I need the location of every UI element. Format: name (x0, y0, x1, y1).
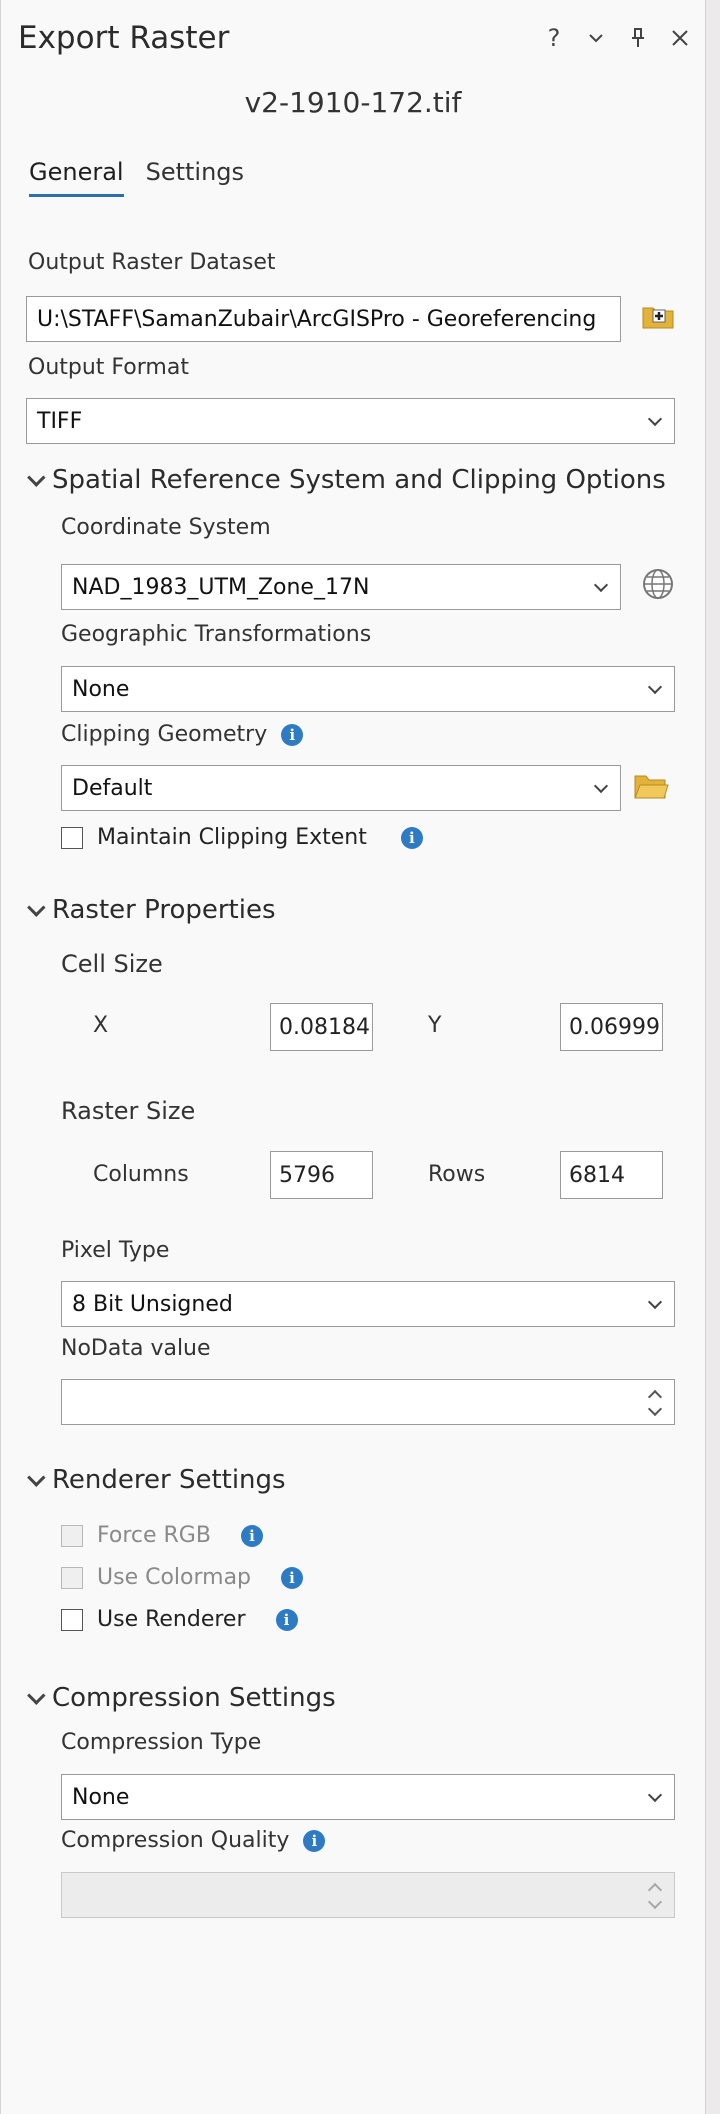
compression-type-label: Compression Type (61, 1730, 262, 1755)
clipping-geometry-select[interactable]: Default (61, 765, 621, 811)
pixel-type-value: 8 Bit Unsigned (72, 1291, 233, 1317)
output-format-label: Output Format (28, 355, 189, 380)
info-icon[interactable]: i (303, 1829, 326, 1852)
export-raster-pane: Export Raster ? v2-1910-172.tif General … (0, 0, 706, 2114)
folder-icon[interactable] (633, 772, 669, 806)
compression-quality-label: Compression Quality (61, 1828, 290, 1853)
geographic-transformations-value: None (72, 676, 130, 702)
dataset-name: v2-1910-172.tif (244, 86, 462, 119)
rows-label: Rows (428, 1162, 486, 1187)
collapse-chevron-icon (27, 1467, 46, 1487)
help-icon[interactable]: ? (543, 24, 565, 52)
geographic-transformations-select[interactable]: None (61, 666, 675, 712)
spinner-arrows-icon[interactable] (647, 1877, 663, 1913)
tab-bar: General Settings (29, 158, 244, 197)
renderer-settings-section-title: Renderer Settings (52, 1465, 286, 1495)
globe-icon[interactable] (641, 567, 675, 605)
collapse-chevron-icon (27, 897, 46, 917)
nodata-input[interactable] (61, 1379, 675, 1425)
maintain-clipping-extent-checkbox[interactable] (61, 826, 83, 849)
pixel-type-select[interactable]: 8 Bit Unsigned (61, 1281, 675, 1327)
output-dataset-label: Output Raster Dataset (28, 250, 276, 275)
info-icon[interactable]: i (281, 1566, 304, 1589)
close-icon[interactable] (669, 24, 691, 52)
coordinate-system-label: Coordinate System (61, 515, 271, 540)
raster-properties-section-header[interactable]: Raster Properties (27, 895, 276, 925)
compression-type-select[interactable]: None (61, 1774, 675, 1820)
use-renderer-checkbox[interactable] (61, 1608, 83, 1631)
raster-size-label: Raster Size (61, 1097, 196, 1125)
clipping-geometry-label-row: Clipping Geometry i (61, 722, 304, 747)
collapse-chevron-icon (27, 467, 46, 487)
geographic-transformations-label: Geographic Transformations (61, 622, 372, 647)
force-rgb-checkbox[interactable] (61, 1524, 83, 1547)
force-rgb-label: Force RGB (97, 1523, 211, 1548)
cell-x-label: X (93, 1013, 109, 1038)
compression-quality-label-row: Compression Quality i (61, 1828, 326, 1853)
cell-size-label: Cell Size (61, 950, 163, 978)
chevron-down-icon[interactable] (585, 24, 607, 52)
cell-x-input[interactable]: 0.08184 (270, 1003, 373, 1051)
clipping-geometry-label: Clipping Geometry (61, 722, 268, 747)
spatial-reference-section-header[interactable]: Spatial Reference System and Clipping Op… (27, 465, 666, 495)
tab-settings[interactable]: Settings (146, 158, 244, 197)
coordinate-system-value: NAD_1983_UTM_Zone_17N (72, 574, 370, 600)
use-renderer-label: Use Renderer (97, 1607, 246, 1632)
coordinate-system-select[interactable]: NAD_1983_UTM_Zone_17N (61, 564, 621, 610)
collapse-chevron-icon (27, 1685, 46, 1705)
nodata-label: NoData value (61, 1336, 211, 1361)
info-icon[interactable]: i (400, 826, 423, 849)
maintain-clipping-extent-label: Maintain Clipping Extent (97, 825, 367, 850)
use-colormap-label: Use Colormap (97, 1565, 252, 1590)
force-rgb-row: Force RGB i (61, 1523, 263, 1548)
cell-y-label: Y (428, 1013, 442, 1038)
renderer-settings-section-header[interactable]: Renderer Settings (27, 1465, 286, 1495)
info-icon[interactable]: i (281, 723, 304, 746)
raster-properties-section-title: Raster Properties (52, 895, 276, 925)
columns-input[interactable]: 5796 (270, 1151, 373, 1199)
output-format-select[interactable]: TIFF (26, 398, 675, 444)
compression-type-value: None (72, 1784, 130, 1810)
cell-y-input[interactable]: 0.06999 (560, 1003, 663, 1051)
pane-controls: ? (543, 24, 691, 52)
info-icon[interactable]: i (240, 1524, 263, 1547)
pane-title: Export Raster (18, 20, 230, 56)
spatial-reference-section-title: Spatial Reference System and Clipping Op… (52, 465, 666, 495)
maintain-clipping-extent-row[interactable]: Maintain Clipping Extent i (61, 825, 423, 850)
compression-settings-section-title: Compression Settings (52, 1683, 336, 1713)
tab-general[interactable]: General (29, 158, 124, 197)
clipping-geometry-value: Default (72, 775, 153, 801)
compression-settings-section-header[interactable]: Compression Settings (27, 1683, 336, 1713)
output-dataset-input[interactable]: U:\STAFF\SamanZubair\ArcGISPro - Georefe… (26, 296, 621, 342)
use-colormap-row: Use Colormap i (61, 1565, 304, 1590)
output-format-value: TIFF (37, 408, 83, 434)
rows-input[interactable]: 6814 (560, 1151, 663, 1199)
compression-quality-input[interactable] (61, 1872, 675, 1918)
info-icon[interactable]: i (275, 1608, 298, 1631)
spinner-arrows-icon[interactable] (647, 1384, 663, 1420)
use-renderer-row[interactable]: Use Renderer i (61, 1607, 298, 1632)
add-folder-icon[interactable] (641, 300, 675, 336)
pin-icon[interactable] (627, 24, 649, 52)
columns-label: Columns (93, 1162, 189, 1187)
use-colormap-checkbox[interactable] (61, 1566, 83, 1589)
pixel-type-label: Pixel Type (61, 1238, 170, 1263)
